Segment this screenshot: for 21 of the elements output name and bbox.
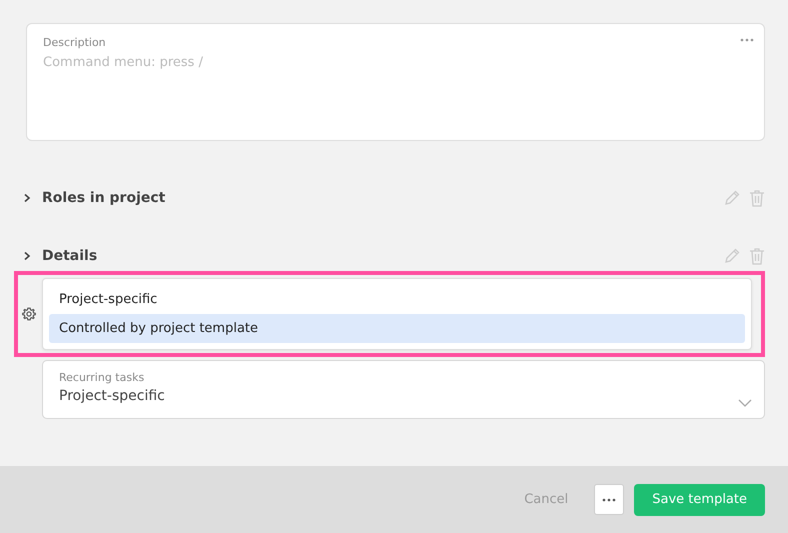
gear-icon[interactable] — [22, 307, 36, 321]
more-button[interactable] — [594, 484, 624, 515]
chevron-down-icon — [738, 399, 752, 407]
field-label: Recurring tasks — [59, 371, 144, 384]
section-title[interactable]: Roles in project — [42, 190, 166, 206]
chevron-icon[interactable] — [22, 193, 32, 203]
more-icon — [602, 498, 616, 502]
field-label: Description — [43, 36, 106, 49]
more-icon[interactable] — [740, 38, 754, 42]
menu-option[interactable]: Project-specific — [49, 285, 745, 314]
pencil-icon[interactable] — [723, 247, 741, 265]
description-input[interactable]: Command menu: press / — [43, 55, 343, 77]
select-value: Project-specific — [59, 388, 165, 404]
recurring-tasks-select[interactable]: Recurring tasks Project-specific — [42, 360, 765, 419]
menu-option[interactable]: Controlled by project template — [49, 314, 745, 343]
description-field[interactable]: Description Command menu: press / — [26, 23, 765, 141]
trash-icon[interactable] — [749, 247, 765, 265]
chevron-icon[interactable] — [22, 251, 32, 261]
trash-icon[interactable] — [749, 189, 765, 207]
pencil-icon[interactable] — [723, 189, 741, 207]
section-title[interactable]: Details — [42, 248, 98, 264]
